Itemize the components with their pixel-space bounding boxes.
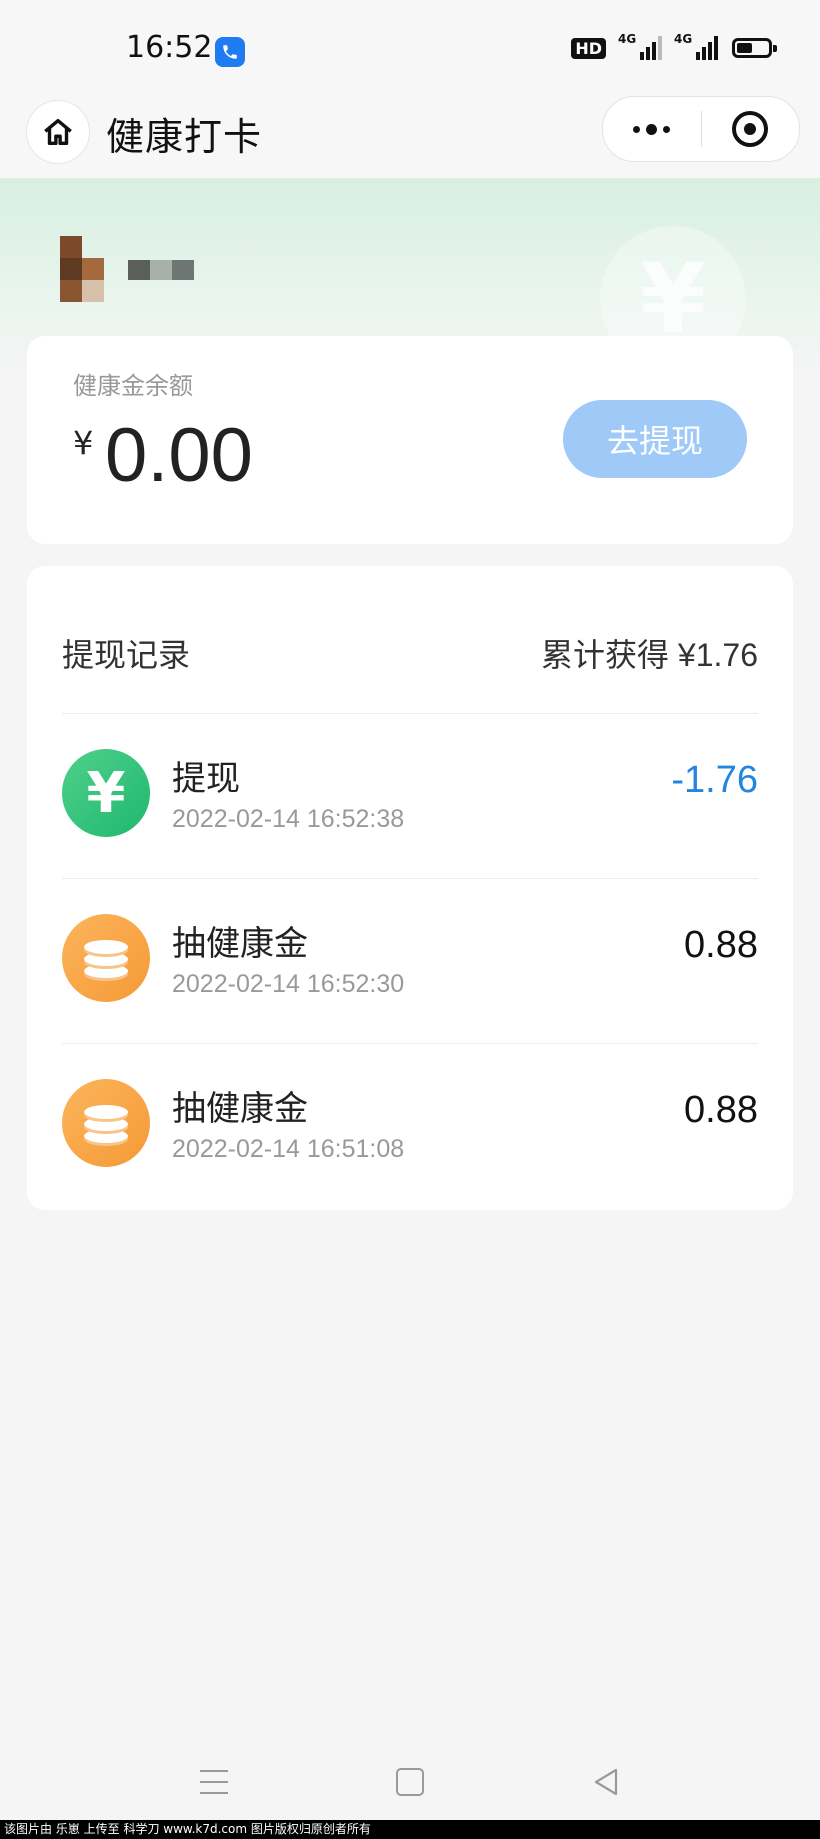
yen-icon: ¥ [62, 749, 150, 837]
coins-icon [62, 1079, 150, 1167]
close-miniprogram-button[interactable] [702, 97, 800, 161]
signal-4g-icon: 4G [674, 32, 718, 60]
signal-label: 4G [618, 32, 637, 46]
status-time: 16:52 [126, 30, 213, 65]
list-item[interactable]: 抽健康金 2022-02-14 16:51:08 0.88 [62, 1043, 758, 1207]
home-system-button[interactable] [390, 1762, 430, 1802]
list-item[interactable]: ¥ 提现 2022-02-14 16:52:38 -1.76 [62, 713, 758, 877]
home-icon [44, 118, 72, 146]
square-icon [396, 1768, 424, 1796]
hd-voice-badge: HD [571, 37, 606, 59]
signal-label: 4G [674, 32, 693, 46]
record-item-time: 2022-02-14 16:52:38 [172, 805, 405, 833]
phone-call-icon[interactable] [215, 37, 245, 67]
avatar[interactable] [60, 236, 106, 302]
capsule-menu [602, 96, 800, 162]
currency-symbol: ¥ [73, 424, 94, 462]
image-credit-footer: 该图片由 乐崽 上传至 科学刀 www.k7d.com 图片版权归原创者所有 [0, 1820, 820, 1839]
menu-icon [200, 1770, 228, 1794]
signal-4g-icon: 4G [618, 32, 662, 60]
more-button[interactable] [603, 97, 701, 161]
record-item-time: 2022-02-14 16:51:08 [172, 1135, 405, 1163]
record-title: 提现记录 [62, 636, 191, 674]
record-item-amount: -1.76 [671, 759, 758, 801]
record-item-amount: 0.88 [684, 1089, 758, 1131]
record-header: 提现记录 累计获得 ¥1.76 [62, 630, 758, 676]
list-item[interactable]: 抽健康金 2022-02-14 16:52:30 0.88 [62, 878, 758, 1042]
total-earned: 累计获得 ¥1.76 [541, 637, 758, 673]
record-item-title: 抽健康金 [172, 924, 308, 964]
status-indicators: HD 4G 4G [571, 32, 777, 60]
recent-apps-button[interactable] [194, 1762, 234, 1802]
coins-icon [62, 914, 150, 1002]
target-icon [732, 111, 769, 147]
record-item-title: 提现 [172, 759, 240, 799]
withdraw-record-card: 提现记录 累计获得 ¥1.76 ¥ 提现 2022-02-14 16:52:38… [27, 566, 793, 1210]
status-bar: 16:52 HD 4G 4G [0, 0, 820, 100]
balance-value: 0.00 [105, 413, 253, 498]
withdraw-button[interactable]: 去提现 [563, 400, 747, 478]
record-item-time: 2022-02-14 16:52:30 [172, 970, 405, 998]
username-blurred [128, 260, 194, 280]
page-title: 健康打卡 [106, 115, 263, 159]
back-triangle-icon [594, 1768, 618, 1796]
more-dots-icon [633, 123, 671, 135]
record-item-title: 抽健康金 [172, 1089, 308, 1129]
record-item-amount: 0.88 [684, 924, 758, 966]
back-button[interactable] [586, 1762, 626, 1802]
home-button[interactable] [26, 100, 90, 164]
battery-icon [732, 38, 777, 58]
balance-label: 健康金余额 [73, 372, 193, 400]
system-nav-bar [0, 1740, 820, 1820]
balance-card: 健康金余额 ¥ 0.00 去提现 [27, 336, 793, 544]
nav-bar: 健康打卡 [0, 96, 820, 178]
